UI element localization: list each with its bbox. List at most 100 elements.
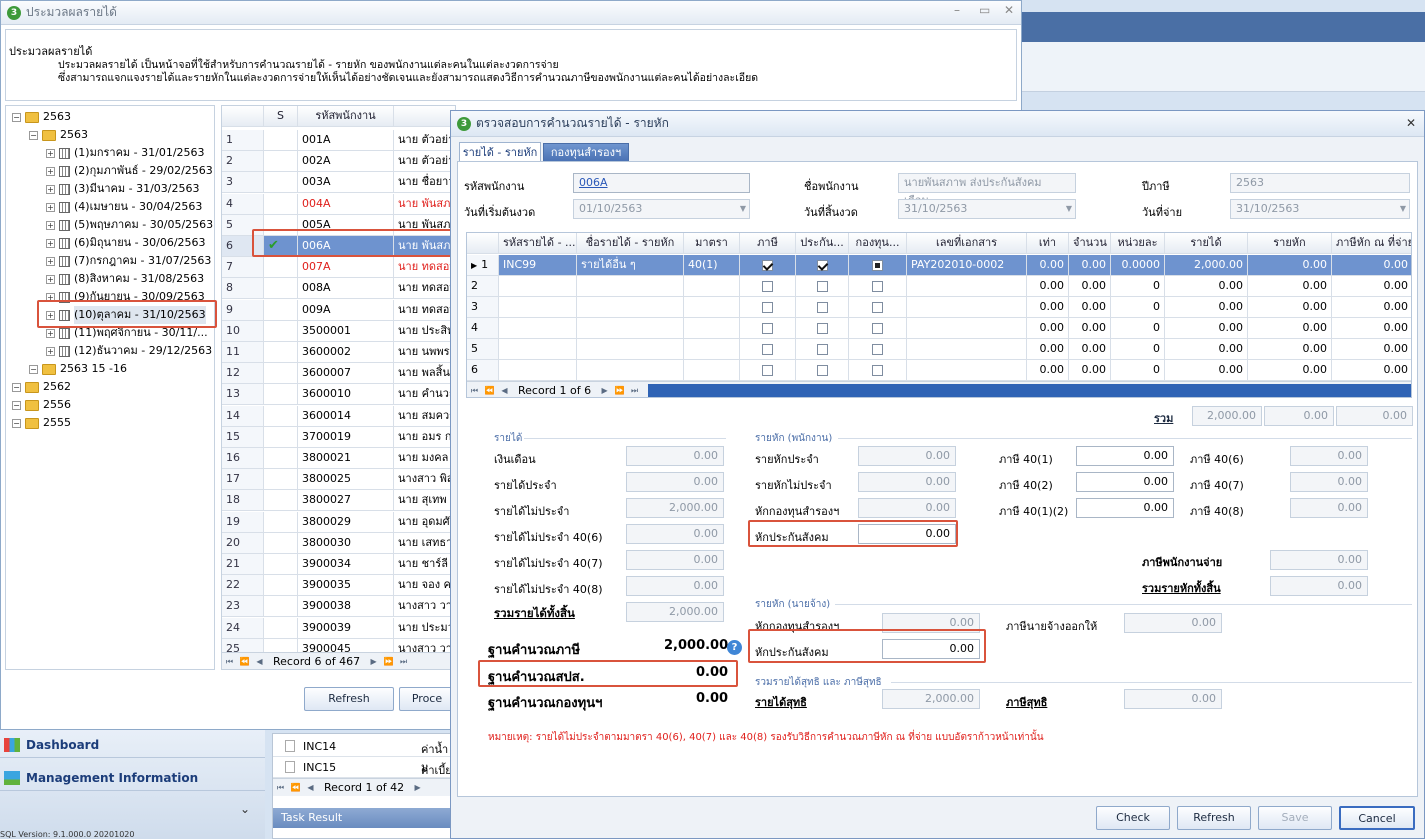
employee-code[interactable]: 3800021 (298, 448, 394, 469)
employee-name[interactable]: นาย นพพร วิ (394, 342, 455, 363)
tree-node[interactable]: + (1)มกราคม - 31/01/2563 (46, 144, 205, 162)
collapse-icon[interactable]: − (12, 112, 21, 122)
expand-icon[interactable]: + (46, 220, 55, 230)
row-status[interactable] (264, 257, 298, 279)
grid-cell-times[interactable]: 0.00 (1027, 255, 1069, 276)
tree-node[interactable]: − 2555 (12, 414, 71, 432)
employee-code[interactable]: 3600007 (298, 363, 394, 385)
employee-name[interactable]: นาย สมควร (394, 406, 455, 427)
employee-code[interactable]: 009A (298, 299, 394, 321)
grid-cell-code[interactable]: INC99 (499, 255, 577, 276)
first-icon[interactable]: ⏮ (224, 656, 235, 667)
expand-icon[interactable]: + (46, 274, 55, 284)
grid-cell-income[interactable]: 2,000.00 (1165, 255, 1248, 276)
employee-name[interactable]: นาย เสทธา (394, 533, 455, 554)
employee-name[interactable]: นาย พลสิ้นสุ (394, 363, 455, 385)
grid-cell-fund[interactable] (849, 297, 907, 318)
grid-cell-doc[interactable] (907, 276, 1027, 297)
employee-code[interactable]: 3900035 (298, 575, 394, 597)
employee-code[interactable]: 3600010 (298, 384, 394, 406)
grid-cell-ins[interactable] (796, 318, 849, 339)
row-number[interactable]: 24 (222, 617, 264, 639)
collapse-icon[interactable]: − (29, 364, 38, 374)
row-number[interactable]: 20 (222, 532, 264, 554)
grid-cell-times[interactable]: 0.00 (1027, 339, 1069, 360)
grid-cell-code[interactable] (499, 339, 577, 360)
grid-cell-unit[interactable]: 0 (1111, 297, 1165, 318)
grid-cell-sec[interactable] (684, 297, 740, 318)
col-header[interactable]: หน่วยละ (1111, 233, 1165, 254)
col-header[interactable]: ภาษี (740, 233, 796, 254)
expand-icon[interactable]: + (46, 166, 55, 176)
grid-cell-income[interactable]: 0.00 (1165, 360, 1248, 381)
row-status[interactable] (264, 193, 298, 215)
employee-code[interactable]: 3700019 (298, 426, 394, 448)
grid-cell-n[interactable]: 3 (467, 297, 499, 318)
grid-cell-wht[interactable]: 0.00 (1332, 276, 1411, 297)
grid-cell-deduct[interactable]: 0.00 (1248, 255, 1332, 276)
col-header-code[interactable]: รหัสพนักงาน (298, 106, 394, 127)
grid-cell-qty[interactable]: 0.00 (1069, 276, 1111, 297)
prev-icon[interactable]: ◀ (254, 656, 265, 667)
grid-cell-deduct[interactable]: 0.00 (1248, 360, 1332, 381)
grid-cell-income[interactable]: 0.00 (1165, 318, 1248, 339)
tree-node[interactable]: + (6)มิถุนายน - 30/06/2563 (46, 234, 206, 252)
col-header[interactable]: รายหัก (1248, 233, 1332, 254)
next-page-icon[interactable]: ⏩ (614, 385, 625, 396)
employee-code[interactable]: 3800029 (298, 511, 394, 533)
next-icon[interactable]: ▶ (599, 385, 610, 396)
grid-cell-n[interactable]: 2 (467, 276, 499, 297)
row-number[interactable]: 11 (222, 342, 264, 363)
employee-name[interactable]: นาย จอง ครี (394, 575, 455, 597)
grid-cell-deduct[interactable]: 0.00 (1248, 318, 1332, 339)
row-number[interactable]: 21 (222, 554, 264, 575)
grid-cell-unit[interactable]: 0.0000 (1111, 255, 1165, 276)
pay-date-field[interactable]: 31/10/2563 ▼ (1230, 199, 1410, 219)
grid-cell-doc[interactable] (907, 360, 1027, 381)
grid-cell-n[interactable]: 5 (467, 339, 499, 360)
grid-cell-wht[interactable]: 0.00 (1332, 297, 1411, 318)
grid-cell-ins[interactable] (796, 360, 849, 381)
expand-icon[interactable]: + (46, 346, 55, 356)
col-header[interactable]: มาตรา (684, 233, 740, 254)
grid-cell-doc[interactable] (907, 318, 1027, 339)
employee-code[interactable]: 3800027 (298, 490, 394, 512)
employee-name[interactable]: นาย ประมวล (394, 618, 455, 639)
tab-income-deduct[interactable]: รายได้ - รายหัก (459, 142, 541, 162)
row-number[interactable]: 23 (222, 596, 264, 618)
grid-cell-qty[interactable]: 0.00 (1069, 318, 1111, 339)
grid-cell-income[interactable]: 0.00 (1165, 297, 1248, 318)
col-header[interactable]: รายได้ (1165, 233, 1248, 254)
row-number[interactable]: 13 (222, 384, 264, 406)
next-icon[interactable]: ▶ (368, 656, 379, 667)
collapse-icon[interactable]: − (12, 418, 21, 428)
grid-cell-tax[interactable] (740, 339, 796, 360)
employee-code[interactable]: 3900034 (298, 554, 394, 575)
grid-cell-fund[interactable] (849, 318, 907, 339)
chevron-down-icon[interactable]: ⌄ (240, 802, 250, 816)
col-header[interactable]: รหัสรายได้ - ... (499, 233, 577, 254)
grid-cell-name[interactable]: รายได้อื่น ๆ (577, 255, 684, 276)
employee-code[interactable]: 002A (298, 151, 394, 173)
tree-node[interactable]: − 2556 (12, 396, 71, 414)
grid-cell-income[interactable]: 0.00 (1165, 339, 1248, 360)
employee-name[interactable]: นาย ตัวอย่า (394, 151, 455, 173)
row-number[interactable]: 22 (222, 575, 264, 597)
row-status[interactable] (264, 532, 298, 554)
col-header-name[interactable] (394, 106, 455, 127)
grid-cell-times[interactable]: 0.00 (1027, 360, 1069, 381)
row-number[interactable]: 19 (222, 511, 264, 533)
row-number[interactable]: 16 (222, 448, 264, 469)
grid-cell-code[interactable] (499, 297, 577, 318)
employee-name[interactable]: นางสาว พิสม (394, 469, 455, 491)
task-row-2[interactable]: INC15 ค่าเบี้ย (273, 757, 453, 778)
tree-node[interactable]: + (4)เมษายน - 30/04/2563 (46, 198, 202, 216)
employee-code[interactable]: 3800025 (298, 469, 394, 491)
refresh-button[interactable]: Refresh (1177, 806, 1251, 830)
emp-code-field[interactable]: 006A (573, 173, 750, 193)
last-icon[interactable]: ⏭ (629, 385, 640, 396)
employee-code[interactable]: 3800030 (298, 532, 394, 554)
row-status[interactable] (264, 405, 298, 427)
expand-icon[interactable]: + (46, 256, 55, 266)
tree-node[interactable]: + (12)ธันวาคม - 29/12/2563 (46, 342, 212, 360)
